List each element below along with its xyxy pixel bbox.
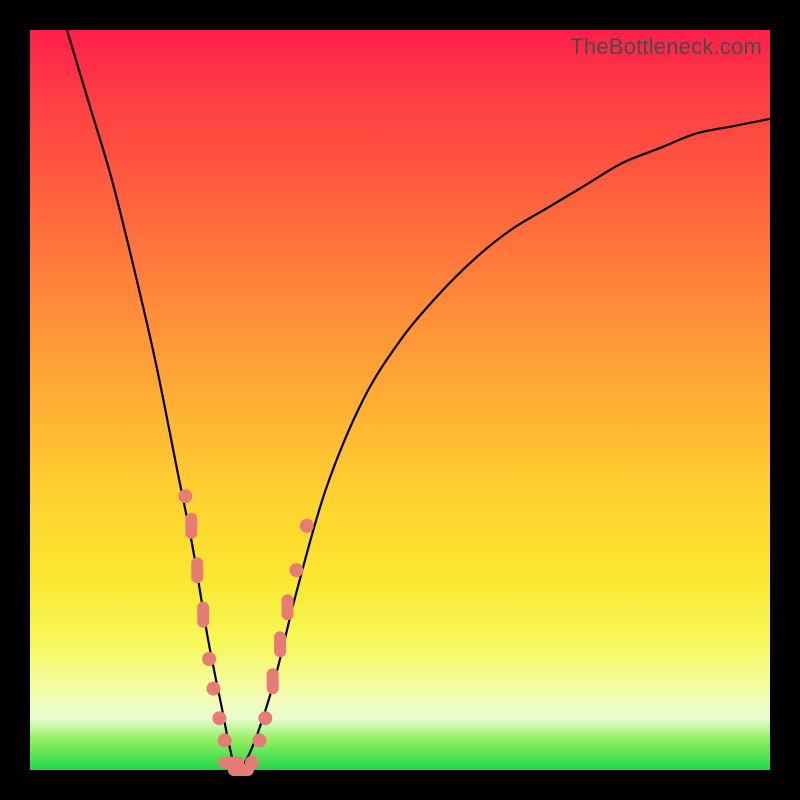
- curve-marker: [218, 733, 232, 747]
- curve-marker: [300, 519, 314, 533]
- curve-marker: [267, 668, 279, 694]
- curve-marker: [191, 557, 203, 583]
- bottleneck-curve: [67, 30, 770, 770]
- curve-marker: [212, 711, 226, 725]
- curve-marker: [245, 756, 259, 770]
- curve-marker: [178, 489, 192, 503]
- curve-marker: [282, 594, 294, 620]
- curve-marker: [252, 733, 266, 747]
- curve-marker: [274, 631, 286, 657]
- curve-marker: [185, 513, 197, 539]
- curve-marker: [197, 602, 209, 628]
- plot-area: TheBottleneck.com: [30, 30, 770, 770]
- marker-layer: [178, 489, 313, 776]
- chart-svg: [30, 30, 770, 770]
- curve-marker: [258, 711, 272, 725]
- curve-marker: [207, 682, 221, 696]
- chart-frame: TheBottleneck.com: [0, 0, 800, 800]
- curve-marker: [202, 652, 216, 666]
- curve-marker: [289, 563, 303, 577]
